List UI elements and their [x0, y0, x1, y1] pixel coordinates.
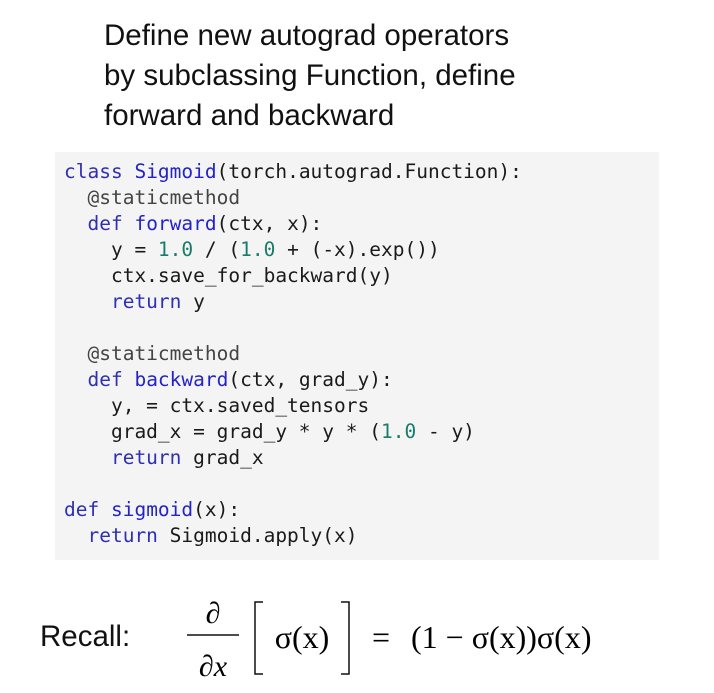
code-token: + (-x).exp()) — [275, 238, 440, 261]
formula-numerator: ∂ — [206, 597, 221, 630]
code-line: return y — [64, 289, 522, 315]
code-token: (x): — [193, 498, 241, 521]
code-line: def backward(ctx, grad_y): — [64, 367, 522, 393]
code-token: Sigmoid.apply(x) — [157, 524, 358, 547]
code-token: sigmoid — [110, 498, 194, 521]
code-token: grad_x — [181, 446, 264, 469]
code-block: class Sigmoid(torch.autograd.Function): … — [64, 159, 522, 549]
code-line: @staticmethod — [64, 185, 522, 211]
code-token: def — [64, 212, 135, 235]
recall-label: Recall: — [40, 620, 131, 653]
code-line: return Sigmoid.apply(x) — [64, 523, 522, 549]
code-line: y, = ctx.saved_tensors — [64, 393, 522, 419]
code-token: (ctx, grad_y): — [228, 368, 393, 391]
code-token: / ( — [193, 238, 241, 261]
code-token: - y) — [416, 420, 475, 443]
heading-line-1: Define new autograd operators — [104, 19, 510, 52]
code-token: @staticmethod — [64, 342, 241, 365]
code-line: y = 1.0 / (1.0 + (-x).exp()) — [64, 237, 522, 263]
code-line: grad_x = grad_y * y * (1.0 - y) — [64, 419, 522, 445]
code-token: class — [64, 160, 135, 183]
code-token: y, = ctx.saved_tensors — [64, 394, 370, 417]
formula-equals: = — [372, 619, 390, 655]
code-token: y — [181, 290, 205, 313]
code-line: return grad_x — [64, 445, 522, 471]
code-token: (torch.autograd.Function): — [216, 160, 522, 183]
code-token: (ctx, x): — [216, 212, 323, 235]
code-token: Sigmoid — [134, 160, 217, 183]
slide-heading: Define new autograd operators by subclas… — [104, 16, 664, 136]
code-line: ctx.save_for_backward(y) — [64, 263, 522, 289]
formula-rhs: (1 − σ(x))σ(x) — [411, 619, 591, 655]
code-token: ctx.save_for_backward(y) — [64, 264, 393, 287]
heading-line-2: by subclassing Function, define — [104, 59, 516, 92]
code-token: grad_x = grad_y * y * ( — [64, 420, 381, 443]
code-token: return — [64, 524, 158, 547]
heading-line-3: forward and backward — [104, 99, 395, 132]
code-token: 1.0 — [240, 238, 276, 261]
formula-right-bracket — [341, 601, 350, 675]
code-token: backward — [134, 368, 229, 391]
code-line: def sigmoid(x): — [64, 497, 522, 523]
sigmoid-derivative-formula: ∂ ∂x σ(x) = (1 − σ(x))σ(x) — [187, 597, 591, 683]
code-token: return — [64, 446, 182, 469]
code-token: def — [64, 498, 111, 521]
formula-left-bracket — [254, 601, 263, 675]
code-line: class Sigmoid(torch.autograd.Function): — [64, 159, 522, 185]
code-token: 1.0 — [157, 238, 194, 261]
code-token: forward — [134, 212, 217, 235]
code-token: return — [64, 290, 182, 313]
code-token: def — [64, 368, 135, 391]
formula-denominator: ∂x — [199, 650, 228, 683]
code-token: 1.0 — [380, 420, 417, 443]
code-token: y = — [64, 238, 158, 261]
formula-lhs-inner: σ(x) — [275, 619, 330, 655]
code-token: @staticmethod — [64, 186, 241, 209]
code-line: def forward(ctx, x): — [64, 211, 522, 237]
code-line: @staticmethod — [64, 341, 522, 367]
